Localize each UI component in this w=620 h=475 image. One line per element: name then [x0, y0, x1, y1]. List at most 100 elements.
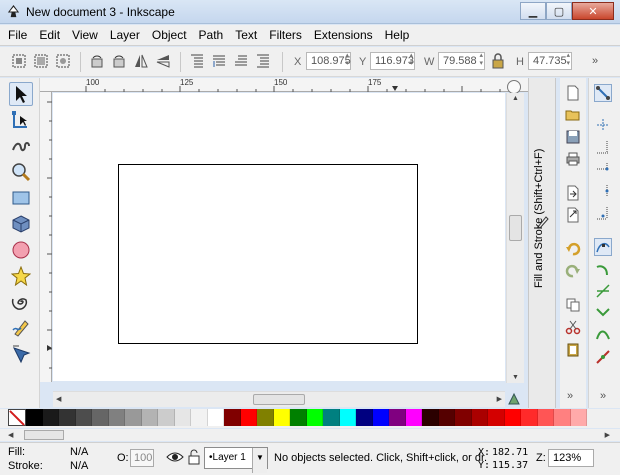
color-swatch[interactable]: [471, 409, 488, 426]
snap-bbox-edges-icon[interactable]: [594, 138, 612, 156]
color-swatch[interactable]: [306, 409, 323, 426]
vertical-scroll-thumb[interactable]: [509, 215, 522, 241]
color-swatch[interactable]: [356, 409, 373, 426]
vertical-scrollbar[interactable]: ▲ ▼: [506, 93, 524, 383]
color-swatch[interactable]: [191, 409, 208, 426]
snap-enable-icon[interactable]: [594, 84, 612, 102]
menu-help[interactable]: Help: [385, 28, 410, 42]
menu-layer[interactable]: Layer: [110, 28, 140, 42]
zoom-tool-icon[interactable]: [9, 160, 33, 184]
menu-filters[interactable]: Filters: [269, 28, 302, 42]
maximize-button[interactable]: ▢: [546, 2, 572, 20]
no-paint-swatch[interactable]: [8, 409, 26, 426]
color-swatch[interactable]: [42, 409, 59, 426]
snap-bbox-icon[interactable]: [594, 116, 612, 134]
color-swatch[interactable]: [389, 409, 406, 426]
open-icon[interactable]: [564, 106, 582, 124]
ellipse-tool-icon[interactable]: [9, 238, 33, 262]
color-swatch[interactable]: [207, 409, 224, 426]
color-swatch[interactable]: [75, 409, 92, 426]
import-icon[interactable]: [564, 184, 582, 202]
opacity-input[interactable]: 100: [130, 449, 154, 467]
color-swatch[interactable]: [372, 409, 389, 426]
rectangle-tool-icon[interactable]: [9, 186, 33, 210]
more-controls-icon[interactable]: »: [592, 55, 598, 67]
lower-to-bottom-icon[interactable]: [254, 52, 272, 70]
close-button[interactable]: ✕: [572, 2, 614, 20]
more-snap-icon[interactable]: »: [600, 390, 606, 402]
color-swatch[interactable]: [174, 409, 191, 426]
snap-bbox-corners-icon[interactable]: [594, 160, 612, 178]
print-icon[interactable]: [564, 150, 582, 168]
snap-paths-icon[interactable]: [594, 260, 612, 278]
color-swatch[interactable]: [323, 409, 340, 426]
flip-vertical-icon[interactable]: [154, 52, 172, 70]
zoom-input[interactable]: 123%: [548, 449, 594, 467]
y-input[interactable]: 116.973: [370, 52, 415, 70]
color-swatch[interactable]: [92, 409, 109, 426]
color-swatch[interactable]: [141, 409, 158, 426]
more-commands-icon[interactable]: »: [567, 390, 573, 402]
color-swatch[interactable]: [438, 409, 455, 426]
pencil-tool-icon[interactable]: [9, 316, 33, 340]
color-swatch[interactable]: [422, 409, 439, 426]
menu-view[interactable]: View: [72, 28, 98, 42]
color-swatch[interactable]: [405, 409, 422, 426]
export-icon[interactable]: [564, 206, 582, 224]
select-all-icon[interactable]: [10, 52, 28, 70]
menu-text[interactable]: Text: [235, 28, 257, 42]
layer-lock-icon[interactable]: [187, 449, 201, 465]
color-swatch[interactable]: [521, 409, 538, 426]
height-input[interactable]: 47.735: [528, 52, 572, 70]
color-swatch[interactable]: [455, 409, 472, 426]
flip-horizontal-icon[interactable]: [132, 52, 150, 70]
color-swatch[interactable]: [570, 409, 587, 426]
menu-edit[interactable]: Edit: [39, 28, 60, 42]
color-swatch[interactable]: [158, 409, 175, 426]
zoom-to-fit-icon[interactable]: [507, 80, 521, 94]
minimize-button[interactable]: ▁: [520, 2, 546, 20]
color-swatch[interactable]: [108, 409, 125, 426]
menu-object[interactable]: Object: [152, 28, 187, 42]
color-swatch[interactable]: [59, 409, 76, 426]
raise-to-top-icon[interactable]: [188, 52, 206, 70]
deselect-icon[interactable]: [54, 52, 72, 70]
raise-icon[interactable]: [210, 52, 228, 70]
cut-icon[interactable]: [564, 318, 582, 336]
redo-icon[interactable]: [564, 262, 582, 280]
undo-icon[interactable]: [564, 240, 582, 258]
rotate-ccw-icon[interactable]: [88, 52, 106, 70]
copy-icon[interactable]: [564, 296, 582, 314]
x-input[interactable]: 108.975: [306, 52, 351, 70]
color-swatch[interactable]: [257, 409, 274, 426]
color-swatch[interactable]: [554, 409, 571, 426]
palette-scroll-thumb[interactable]: [24, 430, 64, 440]
menu-file[interactable]: File: [8, 28, 27, 42]
horizontal-scrollbar[interactable]: ◀ ▶: [53, 391, 505, 407]
snap-smooth-nodes-icon[interactable]: [594, 326, 612, 344]
eye-visibility-icon[interactable]: [166, 450, 184, 464]
save-icon[interactable]: [564, 128, 582, 146]
pen-tool-icon[interactable]: [9, 342, 33, 366]
color-swatch[interactable]: [240, 409, 257, 426]
spiral-tool-icon[interactable]: [9, 290, 33, 314]
color-swatch[interactable]: [125, 409, 142, 426]
snap-cusp-nodes-icon[interactable]: [594, 304, 612, 322]
lock-icon[interactable]: [489, 52, 507, 70]
fill-stroke-dock[interactable]: Fill and Stroke (Shift+Ctrl+F): [528, 78, 556, 408]
3d-box-tool-icon[interactable]: [9, 212, 33, 236]
selector-tool-icon[interactable]: [9, 82, 33, 106]
color-swatch[interactable]: [504, 409, 521, 426]
color-swatch[interactable]: [488, 409, 505, 426]
snap-midpoints-icon[interactable]: [594, 348, 612, 366]
paste-icon[interactable]: [564, 340, 582, 358]
width-input[interactable]: 79.588: [438, 52, 485, 70]
color-swatch[interactable]: [290, 409, 307, 426]
menu-path[interactable]: Path: [199, 28, 224, 42]
snap-intersections-icon[interactable]: [594, 282, 612, 300]
menu-extensions[interactable]: Extensions: [314, 28, 373, 42]
horizontal-scroll-thumb[interactable]: [253, 394, 305, 405]
snap-nodes-icon[interactable]: [594, 238, 612, 256]
rotate-cw-icon[interactable]: [110, 52, 128, 70]
lower-icon[interactable]: [232, 52, 250, 70]
